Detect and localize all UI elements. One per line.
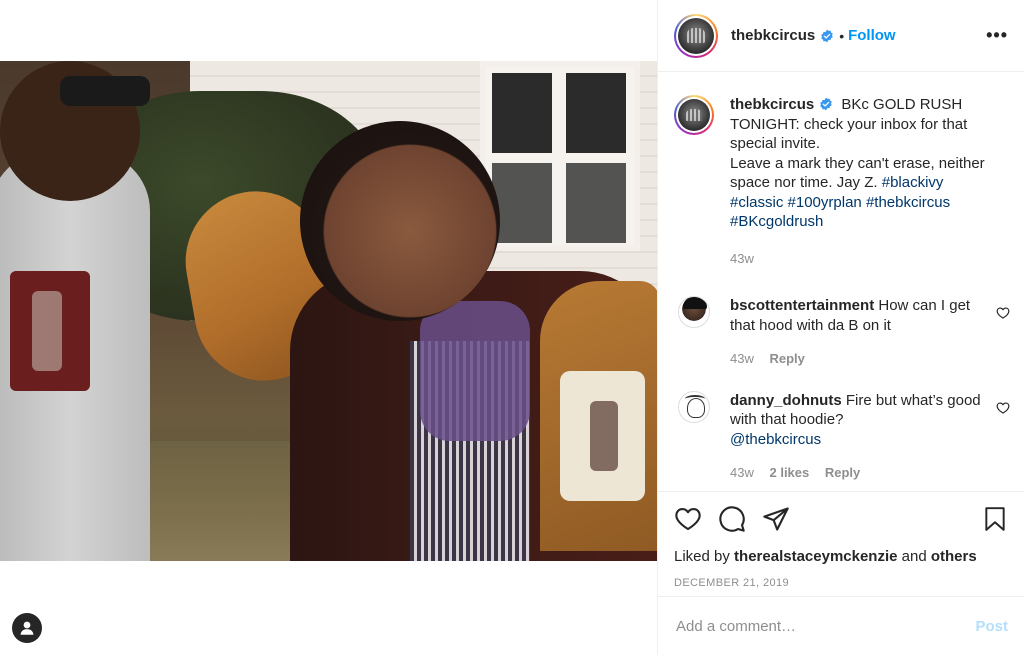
photo-window (480, 61, 640, 251)
hashtag-link[interactable]: #classic (730, 194, 783, 211)
comment-username[interactable]: bscottentertainment (730, 297, 874, 314)
caption-text-line2: Leave a mark they can't erase, neither s… (730, 154, 985, 192)
action-icons (674, 504, 1008, 534)
caption-username[interactable]: thebkcircus (730, 96, 814, 113)
photo-man-glasses (60, 76, 150, 106)
caption: thebkcircus BKc GOLD RUSH TONIGHT: check… (674, 95, 1008, 268)
follow-button[interactable]: Follow (848, 27, 896, 44)
reply-button[interactable]: Reply (825, 465, 860, 480)
comment-avatar[interactable] (678, 296, 710, 328)
comment-body: danny_dohnuts Fire but what’s good with … (730, 391, 992, 483)
save-button[interactable] (982, 505, 1008, 533)
add-comment-bar: Post (658, 596, 1024, 655)
mention-link[interactable]: @thebkcircus (730, 431, 821, 448)
hashtag-link[interactable]: #thebkcircus (866, 194, 950, 211)
comment-bubble-icon (719, 506, 745, 532)
tagged-account-icon[interactable] (12, 613, 42, 643)
liked-by-prefix: Liked by (674, 548, 730, 565)
post-photo[interactable] (0, 61, 657, 561)
user-icon (20, 621, 34, 635)
post-header: thebkcircus • Follow ••• (658, 0, 1024, 72)
profile-avatar[interactable] (674, 13, 718, 58)
post-actions: Liked by therealstaceymckenzie and other… (658, 491, 1024, 589)
comment-avatar[interactable] (678, 390, 710, 423)
comment-timestamp[interactable]: 43w (730, 465, 754, 480)
liked-by-and: and (901, 548, 927, 565)
comment-button[interactable] (718, 505, 746, 533)
photo-scarf (420, 301, 530, 441)
avatar-image (678, 99, 710, 131)
hashtag-link[interactable]: #100yrplan (788, 194, 862, 211)
comment-input[interactable] (676, 617, 976, 635)
comment-timestamp[interactable]: 43w (730, 351, 754, 366)
like-button[interactable] (674, 505, 702, 533)
comment-meta: 43w 2 likes Reply (730, 463, 992, 483)
media-pane (0, 0, 657, 655)
caption-meta: 43w (730, 249, 992, 269)
comment-item: danny_dohnuts Fire but what’s good with … (674, 390, 1010, 483)
comment-username[interactable]: danny_dohnuts (730, 392, 842, 409)
bookmark-icon (985, 507, 1005, 531)
hashtag-link[interactable]: #BKcgoldrush (730, 213, 823, 230)
reply-button[interactable]: Reply (769, 351, 804, 366)
like-comment-heart-icon[interactable] (996, 306, 1010, 320)
photo-hoodie-letter-b (10, 271, 90, 391)
caption-body: thebkcircus BKc GOLD RUSH TONIGHT: check… (730, 95, 992, 268)
comments-list[interactable]: thebkcircus BKc GOLD RUSH TONIGHT: check… (658, 73, 1024, 491)
comment-avatar-wrap (674, 390, 714, 431)
liked-by: Liked by therealstaceymckenzie and other… (674, 548, 1008, 565)
liked-by-others[interactable]: others (931, 548, 977, 565)
comment-item: bscottentertainment How can I get that h… (674, 296, 1010, 369)
header-separator-dot: • (839, 27, 845, 44)
hashtag-link[interactable]: #blackivy (882, 174, 944, 191)
post-date[interactable]: DECEMBER 21, 2019 (674, 577, 1008, 589)
verified-badge-icon (820, 97, 832, 111)
caption-avatar[interactable] (674, 95, 714, 135)
post-sidebar: thebkcircus • Follow ••• thebkcircus BKc… (657, 0, 1024, 655)
like-comment-heart-icon[interactable] (996, 401, 1010, 415)
caption-timestamp[interactable]: 43w (730, 251, 754, 266)
more-options-icon[interactable]: ••• (986, 25, 1008, 46)
heart-icon (675, 508, 701, 531)
photo-woman-head (300, 121, 500, 321)
photo-jacket-letter-b (560, 371, 645, 501)
avatar-image (678, 17, 714, 54)
comment-avatar-wrap (674, 296, 714, 336)
liked-by-user[interactable]: therealstaceymckenzie (734, 548, 897, 565)
verified-badge-icon (821, 29, 833, 42)
comment-body: bscottentertainment How can I get that h… (730, 296, 992, 369)
comment-meta: 43w Reply (730, 349, 992, 369)
header-username[interactable]: thebkcircus (731, 27, 815, 44)
post-comment-button[interactable]: Post (975, 618, 1008, 635)
share-button[interactable] (762, 505, 790, 533)
paper-plane-icon (763, 507, 789, 531)
comment-likes-count[interactable]: 2 likes (769, 465, 809, 480)
